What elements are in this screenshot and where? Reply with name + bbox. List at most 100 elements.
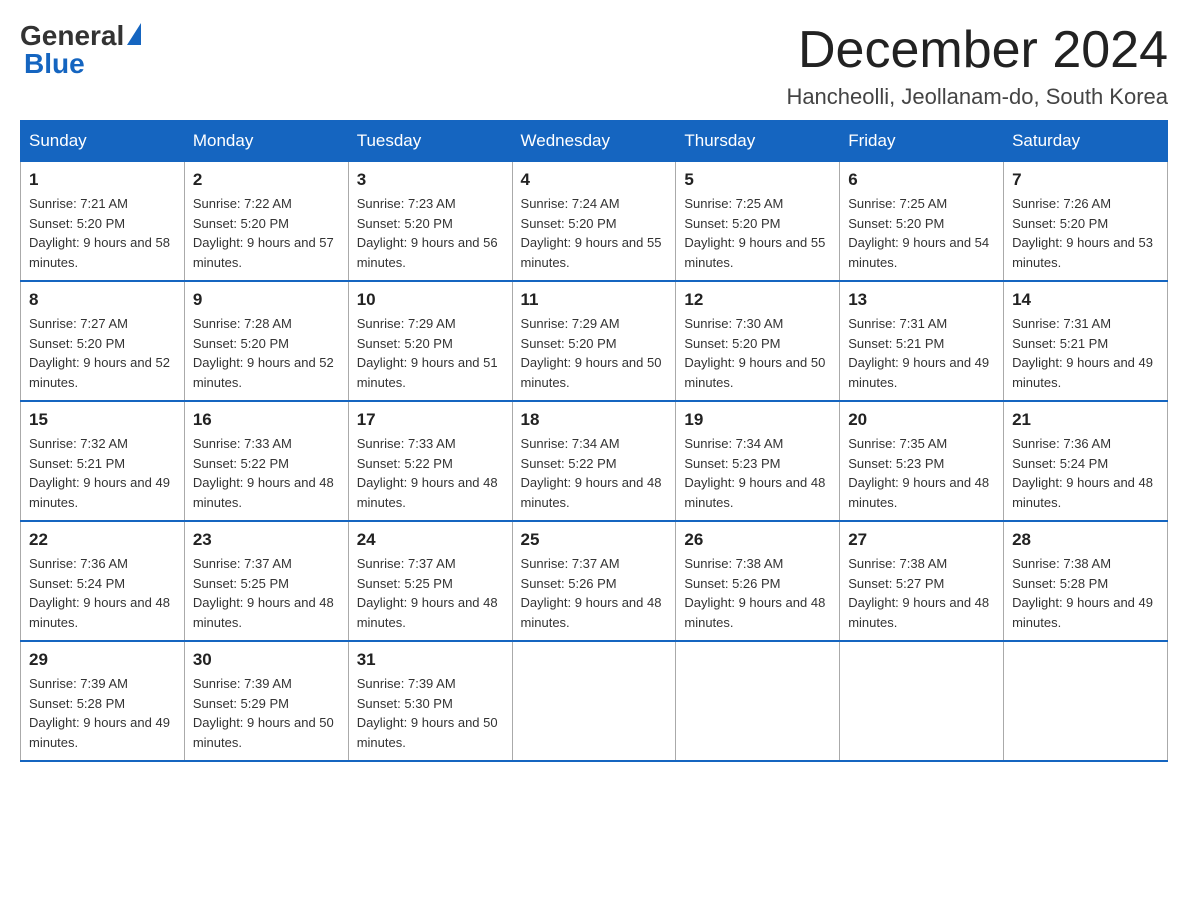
calendar-cell: 4 Sunrise: 7:24 AMSunset: 5:20 PMDayligh…: [512, 162, 676, 282]
calendar-week-5: 29 Sunrise: 7:39 AMSunset: 5:28 PMDaylig…: [21, 641, 1168, 761]
calendar-cell: [512, 641, 676, 761]
day-info: Sunrise: 7:24 AMSunset: 5:20 PMDaylight:…: [521, 196, 662, 270]
calendar-cell: 11 Sunrise: 7:29 AMSunset: 5:20 PMDaylig…: [512, 281, 676, 401]
day-info: Sunrise: 7:36 AMSunset: 5:24 PMDaylight:…: [29, 556, 170, 630]
calendar-cell: 10 Sunrise: 7:29 AMSunset: 5:20 PMDaylig…: [348, 281, 512, 401]
day-info: Sunrise: 7:29 AMSunset: 5:20 PMDaylight:…: [521, 316, 662, 390]
day-info: Sunrise: 7:26 AMSunset: 5:20 PMDaylight:…: [1012, 196, 1153, 270]
day-info: Sunrise: 7:39 AMSunset: 5:29 PMDaylight:…: [193, 676, 334, 750]
calendar-week-4: 22 Sunrise: 7:36 AMSunset: 5:24 PMDaylig…: [21, 521, 1168, 641]
day-number: 5: [684, 170, 831, 190]
day-info: Sunrise: 7:38 AMSunset: 5:28 PMDaylight:…: [1012, 556, 1153, 630]
day-info: Sunrise: 7:25 AMSunset: 5:20 PMDaylight:…: [848, 196, 989, 270]
calendar-cell: 25 Sunrise: 7:37 AMSunset: 5:26 PMDaylig…: [512, 521, 676, 641]
calendar-cell: 16 Sunrise: 7:33 AMSunset: 5:22 PMDaylig…: [184, 401, 348, 521]
calendar-cell: 22 Sunrise: 7:36 AMSunset: 5:24 PMDaylig…: [21, 521, 185, 641]
day-number: 31: [357, 650, 504, 670]
day-number: 18: [521, 410, 668, 430]
day-number: 22: [29, 530, 176, 550]
calendar-header-monday: Monday: [184, 121, 348, 162]
calendar-cell: [840, 641, 1004, 761]
day-info: Sunrise: 7:35 AMSunset: 5:23 PMDaylight:…: [848, 436, 989, 510]
title-section: December 2024 Hancheolli, Jeollanam-do, …: [786, 20, 1168, 110]
day-info: Sunrise: 7:22 AMSunset: 5:20 PMDaylight:…: [193, 196, 334, 270]
calendar-cell: 19 Sunrise: 7:34 AMSunset: 5:23 PMDaylig…: [676, 401, 840, 521]
calendar-week-1: 1 Sunrise: 7:21 AMSunset: 5:20 PMDayligh…: [21, 162, 1168, 282]
calendar-table: SundayMondayTuesdayWednesdayThursdayFrid…: [20, 120, 1168, 762]
calendar-cell: 17 Sunrise: 7:33 AMSunset: 5:22 PMDaylig…: [348, 401, 512, 521]
day-info: Sunrise: 7:31 AMSunset: 5:21 PMDaylight:…: [848, 316, 989, 390]
calendar-cell: 14 Sunrise: 7:31 AMSunset: 5:21 PMDaylig…: [1004, 281, 1168, 401]
calendar-header-wednesday: Wednesday: [512, 121, 676, 162]
day-number: 16: [193, 410, 340, 430]
day-info: Sunrise: 7:34 AMSunset: 5:22 PMDaylight:…: [521, 436, 662, 510]
calendar-cell: 26 Sunrise: 7:38 AMSunset: 5:26 PMDaylig…: [676, 521, 840, 641]
day-info: Sunrise: 7:28 AMSunset: 5:20 PMDaylight:…: [193, 316, 334, 390]
calendar-cell: [676, 641, 840, 761]
calendar-cell: 15 Sunrise: 7:32 AMSunset: 5:21 PMDaylig…: [21, 401, 185, 521]
subtitle: Hancheolli, Jeollanam-do, South Korea: [786, 84, 1168, 110]
calendar-header-thursday: Thursday: [676, 121, 840, 162]
calendar-week-3: 15 Sunrise: 7:32 AMSunset: 5:21 PMDaylig…: [21, 401, 1168, 521]
calendar-cell: 23 Sunrise: 7:37 AMSunset: 5:25 PMDaylig…: [184, 521, 348, 641]
calendar-cell: 6 Sunrise: 7:25 AMSunset: 5:20 PMDayligh…: [840, 162, 1004, 282]
calendar-header-tuesday: Tuesday: [348, 121, 512, 162]
day-number: 17: [357, 410, 504, 430]
day-number: 9: [193, 290, 340, 310]
calendar-header-sunday: Sunday: [21, 121, 185, 162]
day-number: 28: [1012, 530, 1159, 550]
day-number: 8: [29, 290, 176, 310]
calendar-cell: 1 Sunrise: 7:21 AMSunset: 5:20 PMDayligh…: [21, 162, 185, 282]
day-info: Sunrise: 7:38 AMSunset: 5:27 PMDaylight:…: [848, 556, 989, 630]
calendar-cell: 5 Sunrise: 7:25 AMSunset: 5:20 PMDayligh…: [676, 162, 840, 282]
calendar-cell: 20 Sunrise: 7:35 AMSunset: 5:23 PMDaylig…: [840, 401, 1004, 521]
day-info: Sunrise: 7:29 AMSunset: 5:20 PMDaylight:…: [357, 316, 498, 390]
calendar-cell: 30 Sunrise: 7:39 AMSunset: 5:29 PMDaylig…: [184, 641, 348, 761]
day-info: Sunrise: 7:27 AMSunset: 5:20 PMDaylight:…: [29, 316, 170, 390]
day-info: Sunrise: 7:36 AMSunset: 5:24 PMDaylight:…: [1012, 436, 1153, 510]
day-number: 1: [29, 170, 176, 190]
calendar-cell: 7 Sunrise: 7:26 AMSunset: 5:20 PMDayligh…: [1004, 162, 1168, 282]
day-number: 21: [1012, 410, 1159, 430]
calendar-cell: 2 Sunrise: 7:22 AMSunset: 5:20 PMDayligh…: [184, 162, 348, 282]
day-info: Sunrise: 7:38 AMSunset: 5:26 PMDaylight:…: [684, 556, 825, 630]
day-info: Sunrise: 7:21 AMSunset: 5:20 PMDaylight:…: [29, 196, 170, 270]
logo: General Blue: [20, 20, 141, 80]
day-number: 4: [521, 170, 668, 190]
day-number: 14: [1012, 290, 1159, 310]
day-number: 11: [521, 290, 668, 310]
day-number: 6: [848, 170, 995, 190]
day-number: 29: [29, 650, 176, 670]
day-number: 2: [193, 170, 340, 190]
day-number: 24: [357, 530, 504, 550]
calendar-cell: 9 Sunrise: 7:28 AMSunset: 5:20 PMDayligh…: [184, 281, 348, 401]
page-header: General Blue December 2024 Hancheolli, J…: [20, 20, 1168, 110]
day-number: 19: [684, 410, 831, 430]
calendar-cell: 31 Sunrise: 7:39 AMSunset: 5:30 PMDaylig…: [348, 641, 512, 761]
calendar-cell: 3 Sunrise: 7:23 AMSunset: 5:20 PMDayligh…: [348, 162, 512, 282]
calendar-cell: 8 Sunrise: 7:27 AMSunset: 5:20 PMDayligh…: [21, 281, 185, 401]
day-number: 26: [684, 530, 831, 550]
day-number: 30: [193, 650, 340, 670]
day-number: 15: [29, 410, 176, 430]
calendar-week-2: 8 Sunrise: 7:27 AMSunset: 5:20 PMDayligh…: [21, 281, 1168, 401]
day-number: 7: [1012, 170, 1159, 190]
day-number: 13: [848, 290, 995, 310]
day-info: Sunrise: 7:31 AMSunset: 5:21 PMDaylight:…: [1012, 316, 1153, 390]
day-info: Sunrise: 7:25 AMSunset: 5:20 PMDaylight:…: [684, 196, 825, 270]
calendar-cell: 29 Sunrise: 7:39 AMSunset: 5:28 PMDaylig…: [21, 641, 185, 761]
day-info: Sunrise: 7:39 AMSunset: 5:30 PMDaylight:…: [357, 676, 498, 750]
day-info: Sunrise: 7:34 AMSunset: 5:23 PMDaylight:…: [684, 436, 825, 510]
day-info: Sunrise: 7:33 AMSunset: 5:22 PMDaylight:…: [357, 436, 498, 510]
calendar-cell: 24 Sunrise: 7:37 AMSunset: 5:25 PMDaylig…: [348, 521, 512, 641]
calendar-header-saturday: Saturday: [1004, 121, 1168, 162]
day-number: 10: [357, 290, 504, 310]
page-title: December 2024: [786, 20, 1168, 80]
calendar-header-row: SundayMondayTuesdayWednesdayThursdayFrid…: [21, 121, 1168, 162]
logo-triangle-icon: [127, 23, 141, 45]
calendar-header-friday: Friday: [840, 121, 1004, 162]
calendar-cell: 28 Sunrise: 7:38 AMSunset: 5:28 PMDaylig…: [1004, 521, 1168, 641]
day-number: 25: [521, 530, 668, 550]
day-info: Sunrise: 7:37 AMSunset: 5:26 PMDaylight:…: [521, 556, 662, 630]
calendar-cell: 12 Sunrise: 7:30 AMSunset: 5:20 PMDaylig…: [676, 281, 840, 401]
